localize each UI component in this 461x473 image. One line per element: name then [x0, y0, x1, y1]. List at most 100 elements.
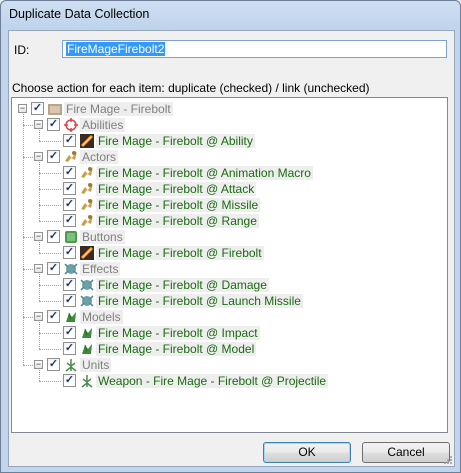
title-bar[interactable]: Duplicate Data Collection: [1, 1, 460, 29]
tree-item-label: Fire Mage - Firebolt @ Attack: [96, 182, 257, 196]
collapse-group-expander[interactable]: −: [34, 312, 43, 321]
tree-root-label: Fire Mage - Firebolt: [64, 102, 173, 116]
tree-connector: [39, 301, 61, 302]
root-checkbox[interactable]: ✓: [31, 102, 44, 115]
tree-connector: [39, 130, 40, 141]
tree-connector: [39, 381, 61, 382]
tree-item-row[interactable]: ✓ Weapon - Fire Mage - Firebolt @ Project…: [12, 373, 447, 389]
dialog-client-area: ID: FireMageFirebolt2 Choose action for …: [8, 30, 455, 467]
window-title: Duplicate Data Collection: [9, 7, 150, 21]
effect-icon: [64, 263, 78, 275]
tree-item-label: Fire Mage - Firebolt @ Ability: [96, 134, 255, 148]
tree-item-row[interactable]: ✓ Fire Mage - Firebolt @ Attack: [12, 181, 447, 197]
group-checkbox[interactable]: ✓: [47, 262, 60, 275]
tree-connector: [39, 162, 40, 221]
tree-connector: [39, 253, 61, 254]
actor-icon: [81, 199, 93, 210]
collapse-group-expander[interactable]: −: [34, 264, 43, 273]
data-tree-view[interactable]: − ✓ Fire Mage - Firebolt − ✓ Abilities ✓ Fir…: [11, 97, 448, 433]
collapse-group-expander[interactable]: −: [34, 232, 43, 241]
tree-group-buttons[interactable]: − ✓ Buttons: [12, 229, 447, 245]
tree-connector: [39, 205, 61, 206]
tree-item-label: Weapon - Fire Mage - Firebolt @ Projecti…: [96, 374, 329, 388]
collapse-group-expander[interactable]: −: [34, 152, 43, 161]
tree-connector: [39, 242, 40, 253]
item-checkbox[interactable]: ✓: [63, 294, 76, 307]
tree-item-label: Fire Mage - Firebolt @ Launch Missile: [96, 294, 303, 308]
model-icon: [82, 328, 92, 338]
tree-group-abilities[interactable]: − ✓ Abilities: [12, 117, 447, 133]
tree-item-label: Fire Mage - Firebolt @ Impact: [96, 326, 260, 340]
id-input[interactable]: FireMageFirebolt2: [62, 40, 447, 58]
item-checkbox[interactable]: ✓: [63, 214, 76, 227]
id-input-value: FireMageFirebolt2: [66, 42, 166, 56]
tree-group-actors[interactable]: − ✓ Actors: [12, 149, 447, 165]
group-checkbox[interactable]: ✓: [47, 118, 60, 131]
group-checkbox[interactable]: ✓: [47, 310, 60, 323]
tree-connector: [39, 189, 61, 190]
tree-item-label: Fire Mage - Firebolt @ Animation Macro: [96, 166, 313, 180]
tree-connector: [39, 141, 61, 142]
tree-item-row[interactable]: ✓ Fire Mage - Firebolt @ Launch Missile: [12, 293, 447, 309]
tree-item-row[interactable]: ✓ Fire Mage - Firebolt @ Impact: [12, 325, 447, 341]
effect-icon: [80, 279, 94, 291]
model-icon: [66, 312, 76, 322]
actor-icon: [65, 151, 77, 162]
item-checkbox[interactable]: ✓: [63, 278, 76, 291]
tree-item-row[interactable]: ✓ Fire Mage - Firebolt @ Animation Macro: [12, 165, 447, 181]
tree-item-label: Fire Mage - Firebolt @ Range: [96, 214, 259, 228]
actor-icon: [81, 183, 93, 194]
item-checkbox[interactable]: ✓: [63, 326, 76, 339]
tree-connector: [39, 221, 61, 222]
tree-root-row[interactable]: − ✓ Fire Mage - Firebolt: [12, 101, 447, 117]
tree-item-label: Fire Mage - Firebolt @ Missile: [96, 198, 261, 212]
button-icon: [80, 246, 94, 260]
ability-icon: [80, 134, 94, 148]
folder-icon: [48, 104, 62, 115]
tree-group-label: Buttons: [80, 230, 125, 244]
tree-group-effects[interactable]: − ✓ Effects: [12, 261, 447, 277]
tree-group-units[interactable]: − ✓ Units: [12, 357, 447, 373]
tree-connector: [39, 333, 61, 334]
tree-connector: [39, 285, 61, 286]
cancel-button[interactable]: Cancel: [362, 442, 450, 463]
tree-connector: [39, 349, 61, 350]
item-checkbox[interactable]: ✓: [63, 166, 76, 179]
item-checkbox[interactable]: ✓: [63, 246, 76, 259]
ok-button[interactable]: OK: [263, 442, 351, 463]
item-checkbox[interactable]: ✓: [63, 198, 76, 211]
id-label: ID:: [14, 43, 30, 57]
tree-connector: [39, 322, 40, 349]
tree-item-row[interactable]: ✓ Fire Mage - Firebolt @ Missile: [12, 197, 447, 213]
collapse-group-expander[interactable]: −: [34, 120, 43, 129]
tree-item-label: Fire Mage - Firebolt @ Model: [96, 342, 257, 356]
tree-item-row[interactable]: ✓ Fire Mage - Firebolt @ Damage: [12, 277, 447, 293]
item-checkbox[interactable]: ✓: [63, 342, 76, 355]
tree-item-label: Fire Mage - Firebolt @ Damage: [96, 278, 269, 292]
instructions-label: Choose action for each item: duplicate (…: [12, 81, 370, 95]
tree-group-label: Effects: [80, 262, 121, 276]
group-checkbox[interactable]: ✓: [47, 358, 60, 371]
actor-icon: [81, 167, 93, 178]
tree-connector: [39, 370, 40, 381]
tree-item-row[interactable]: ✓ Fire Mage - Firebolt @ Range: [12, 213, 447, 229]
dialog-window: Duplicate Data Collection ID: FireMageFi…: [0, 0, 461, 473]
tree-group-label: Actors: [80, 150, 119, 164]
item-checkbox[interactable]: ✓: [63, 374, 76, 387]
resize-grip-icon[interactable]: [443, 455, 453, 465]
group-checkbox[interactable]: ✓: [47, 230, 60, 243]
tree-group-models[interactable]: − ✓ Models: [12, 309, 447, 325]
tree-item-row[interactable]: ✓ Fire Mage - Firebolt @ Firebolt: [12, 245, 447, 261]
unit-icon: [65, 359, 77, 372]
item-checkbox[interactable]: ✓: [63, 182, 76, 195]
tree-item-row[interactable]: ✓ Fire Mage - Firebolt @ Model: [12, 341, 447, 357]
item-checkbox[interactable]: ✓: [63, 134, 76, 147]
tree-group-label: Models: [80, 310, 123, 324]
model-icon: [82, 344, 92, 354]
group-checkbox[interactable]: ✓: [47, 150, 60, 163]
tree-item-row[interactable]: ✓ Fire Mage - Firebolt @ Ability: [12, 133, 447, 149]
collapse-group-expander[interactable]: −: [34, 360, 43, 369]
collapse-root-expander[interactable]: −: [18, 104, 27, 113]
tree-connector: [39, 274, 40, 301]
actor-icon: [81, 215, 93, 226]
